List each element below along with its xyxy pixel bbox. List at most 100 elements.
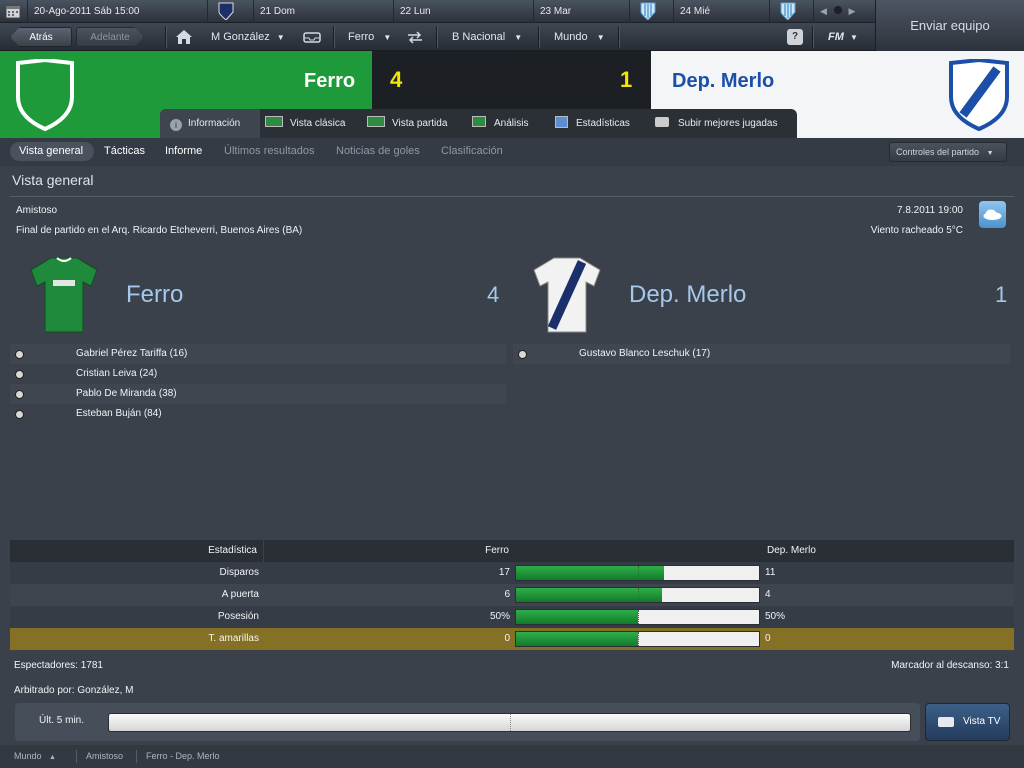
tab-informacion[interactable]: i Información — [170, 109, 240, 138]
timeline-track[interactable] — [108, 713, 911, 732]
breadcrumb-world-label: Mundo — [14, 751, 42, 761]
tv-view-label: Vista TV — [963, 716, 1001, 727]
ball-icon — [15, 410, 24, 419]
home-score: 4 — [390, 67, 403, 92]
scorer-name: Cristian Leiva (24) — [76, 368, 158, 379]
inbox-icon[interactable] — [303, 32, 321, 46]
swap-icon[interactable] — [406, 31, 424, 47]
scorer-row[interactable]: Gabriel Pérez Tariffa (16) — [10, 344, 506, 364]
chevron-down-icon: ▼ — [849, 33, 858, 42]
send-team-button[interactable]: Enviar equipo — [875, 0, 1024, 51]
sub-tab-bar: Vista general Tácticas Informe Últimos r… — [0, 138, 1024, 166]
match-controls-dropdown[interactable]: Controles del partido ▼ — [889, 142, 1007, 162]
subtab-ultimos-resultados[interactable]: Últimos resultados — [224, 145, 314, 157]
date-text: 20-Ago-2011 — [34, 6, 92, 17]
tv-view-button[interactable]: Vista TV — [925, 703, 1010, 741]
forward-button[interactable]: Adelante — [76, 27, 144, 47]
fixture-crest-wed[interactable] — [770, 0, 814, 23]
calendar-dot-icon[interactable] — [833, 6, 842, 14]
ball-icon — [15, 350, 24, 359]
division-label: B Nacional — [452, 31, 506, 43]
weekday-text: Sáb — [93, 6, 112, 17]
scorer-name: Esteban Buján (84) — [76, 408, 162, 419]
analysis-icon — [472, 116, 486, 127]
stat-bar — [515, 587, 760, 603]
calendar-scroll-controls[interactable]: ◀ ▶ — [814, 0, 875, 23]
away-score: 1 — [620, 67, 633, 92]
competition-label: Amistoso — [16, 205, 58, 216]
ball-icon — [15, 390, 24, 399]
stats-header-row: Estadística Ferro Dep. Merlo — [10, 540, 1014, 562]
scorer-row[interactable]: Gustavo Blanco Leschuk (17) — [513, 344, 1010, 364]
chevron-down-icon: ▼ — [276, 33, 285, 42]
home-crest-icon — [14, 57, 76, 134]
stat-label: T. amarillas — [208, 633, 259, 644]
away-team-name: Dep. Merlo — [672, 70, 775, 92]
breadcrumb-world[interactable]: Mundo ▲ — [14, 751, 56, 761]
calendar-day[interactable]: 24 Mié — [674, 0, 770, 23]
chevron-up-icon: ▲ — [49, 754, 56, 761]
scorer-name: Gustavo Blanco Leschuk (17) — [579, 348, 711, 359]
stat-away-value: 11 — [765, 567, 776, 578]
club-label: Ferro — [348, 31, 375, 43]
weather-label: Viento racheado 5°C — [870, 225, 963, 236]
stats-row: Posesión 50% 50% — [10, 606, 1014, 628]
tab-label: Vista clásica — [290, 118, 346, 129]
calendar-day[interactable]: 23 Mar — [534, 0, 630, 23]
timeline-label: Últ. 5 min. — [39, 715, 85, 726]
halftime-score-label: Marcador al descanso: 3:1 — [891, 660, 1009, 671]
tab-analisis[interactable]: Análisis — [472, 109, 528, 138]
stat-label: A puerta — [221, 589, 259, 600]
subtab-noticias-goles[interactable]: Noticias de goles — [336, 145, 420, 157]
time-text: 15:00 — [114, 6, 140, 17]
division-menu[interactable]: B Nacional ▼ — [452, 23, 522, 51]
calendar-day[interactable]: 22 Lun — [394, 0, 534, 23]
navigation-bar: Atrás Adelante M González ▼ Ferro ▼ B Na… — [0, 23, 875, 51]
tab-label: Análisis — [494, 118, 529, 129]
manager-label: M González — [211, 31, 270, 43]
subtab-clasificacion[interactable]: Clasificación — [441, 145, 503, 157]
attendance-label: Espectadores: 1781 — [14, 660, 103, 671]
scorer-name: Gabriel Pérez Tariffa (16) — [76, 348, 188, 359]
breadcrumb-fixture[interactable]: Ferro - Dep. Merlo — [146, 751, 220, 761]
tab-vista-partida[interactable]: Vista partida — [367, 109, 447, 138]
chevron-down-icon: ▼ — [986, 150, 994, 157]
back-button[interactable]: Atrás — [10, 27, 72, 47]
scorer-row[interactable]: Cristian Leiva (24) — [10, 364, 506, 384]
scorer-row[interactable]: Esteban Buján (84) — [10, 404, 506, 424]
scorer-row[interactable]: Pablo De Miranda (38) — [10, 384, 506, 404]
tab-label: Información — [188, 118, 241, 129]
fixture-crest-tue[interactable] — [630, 0, 674, 23]
ball-icon — [518, 350, 527, 359]
fm-menu[interactable]: FM ▼ — [828, 23, 858, 51]
tab-vista-clasica[interactable]: Vista clásica — [265, 109, 345, 138]
chevron-down-icon: ▼ — [514, 33, 523, 42]
fixture-crest-sat[interactable] — [208, 0, 254, 23]
tab-subir-jugadas[interactable]: Subir mejores jugadas — [655, 109, 778, 138]
camera-icon — [655, 117, 669, 127]
timeline-panel: Últ. 5 min. — [15, 703, 920, 741]
tab-estadisticas[interactable]: Estadísticas — [555, 109, 630, 138]
referee-label: Arbitrado por: González, M — [14, 685, 134, 696]
home-icon[interactable] — [175, 29, 193, 48]
calendar-icon[interactable] — [0, 0, 28, 23]
home-team-name-large: Ferro — [126, 281, 184, 308]
score-display: 4 1 — [372, 51, 651, 109]
breadcrumb-competition[interactable]: Amistoso — [86, 751, 123, 761]
stats-icon — [555, 116, 568, 128]
stats-header-label: Estadística — [208, 545, 257, 556]
subtab-informe[interactable]: Informe — [165, 145, 202, 157]
home-score-large: 4 — [487, 282, 500, 307]
stat-bar — [515, 565, 760, 581]
calendar-next-icon[interactable]: ▶ — [848, 6, 855, 16]
help-button[interactable]: ? — [787, 29, 803, 45]
subtab-tacticas[interactable]: Tácticas — [104, 145, 145, 157]
calendar-prev-icon[interactable]: ◀ — [820, 6, 827, 16]
subtab-vista-general[interactable]: Vista general — [19, 145, 83, 157]
calendar-day[interactable]: 21 Dom — [254, 0, 394, 23]
club-menu[interactable]: Ferro ▼ — [348, 23, 391, 51]
tab-label: Subir mejores jugadas — [678, 118, 778, 129]
stat-away-value: 0 — [765, 633, 771, 644]
world-menu[interactable]: Mundo ▼ — [554, 23, 605, 51]
manager-menu[interactable]: M González ▼ — [211, 23, 285, 51]
